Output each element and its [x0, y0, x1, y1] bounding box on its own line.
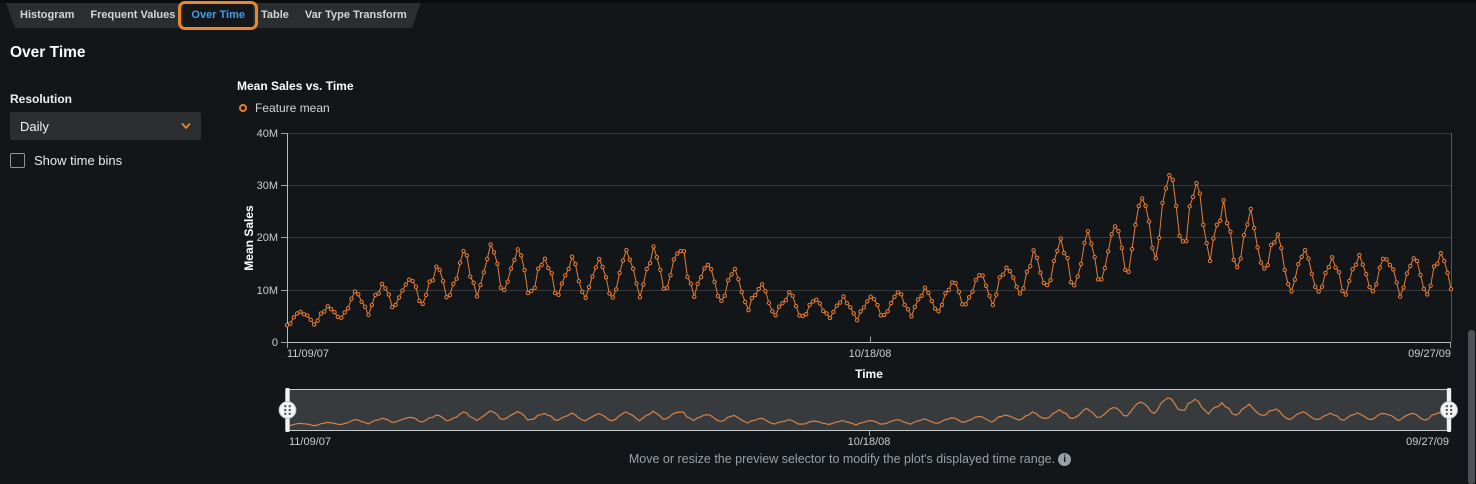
open-circle-marker-icon — [239, 104, 247, 112]
x-axis-tick-labels: 11/09/07 10/18/08 09/27/09 — [287, 348, 1451, 360]
resolution-label: Resolution — [10, 92, 72, 106]
y-axis-tick-labels: 0 10M 20M 30M 40M — [257, 128, 278, 349]
svg-text:11/09/07: 11/09/07 — [287, 348, 329, 360]
preview-tick-labels: 11/09/07 10/18/08 09/27/09 — [289, 436, 1449, 448]
svg-text:09/27/09: 09/27/09 — [1408, 348, 1451, 360]
show-time-bins-row[interactable]: Show time bins — [10, 153, 122, 168]
resolution-value: Daily — [20, 119, 181, 134]
svg-text:0: 0 — [272, 337, 278, 349]
tab-histogram[interactable]: Histogram — [12, 3, 82, 28]
info-icon[interactable]: i — [1058, 453, 1071, 466]
svg-text:09/27/09: 09/27/09 — [1406, 436, 1449, 448]
tab-frequent-values[interactable]: Frequent Values — [82, 3, 183, 28]
svg-text:20M: 20M — [257, 232, 278, 244]
tab-table[interactable]: Table — [253, 3, 297, 28]
preview-help-caption: Move or resize the preview selector to m… — [240, 452, 1460, 466]
svg-text:10/18/08: 10/18/08 — [848, 436, 891, 448]
svg-text:10M: 10M — [257, 285, 278, 297]
caption-text: Move or resize the preview selector to m… — [629, 452, 1055, 466]
page-title: Over Time — [10, 44, 86, 62]
tab-over-time-label: Over Time — [191, 9, 245, 21]
svg-text:40M: 40M — [257, 128, 278, 140]
over-time-panel: Histogram Frequent Values Over Time Tabl… — [0, 0, 1476, 484]
show-time-bins-label: Show time bins — [34, 153, 122, 168]
resolution-select[interactable]: Daily — [10, 112, 201, 140]
legend-label: Feature mean — [255, 101, 330, 115]
tab-over-time[interactable]: Over Time — [183, 3, 253, 28]
vertical-scrollbar-thumb[interactable] — [1468, 330, 1475, 484]
mean-sales-over-time-chart[interactable]: 0 10M 20M 30M 40M 11/09/07 10/18/08 09/2… — [240, 126, 1460, 384]
legend-item-feature-mean[interactable]: Feature mean — [239, 101, 330, 115]
y-axis-ticks — [281, 134, 287, 343]
chevron-down-icon — [181, 121, 191, 131]
tab-var-type-transform[interactable]: Var Type Transform — [297, 3, 415, 28]
y-axis-title: Mean Sales — [242, 205, 256, 271]
svg-text:30M: 30M — [257, 180, 278, 192]
time-range-preview[interactable]: 11/09/07 10/18/08 09/27/09 — [240, 384, 1460, 450]
show-time-bins-checkbox[interactable] — [10, 153, 25, 168]
svg-text:11/09/07: 11/09/07 — [289, 436, 331, 448]
series-markers-feature-mean[interactable] — [285, 174, 1452, 327]
gridlines — [287, 134, 1451, 291]
x-axis-title: Time — [855, 367, 883, 381]
svg-text:10/18/08: 10/18/08 — [849, 348, 892, 360]
tab-bar: Histogram Frequent Values Over Time Tabl… — [6, 3, 421, 28]
chart-title: Mean Sales vs. Time — [237, 79, 354, 93]
